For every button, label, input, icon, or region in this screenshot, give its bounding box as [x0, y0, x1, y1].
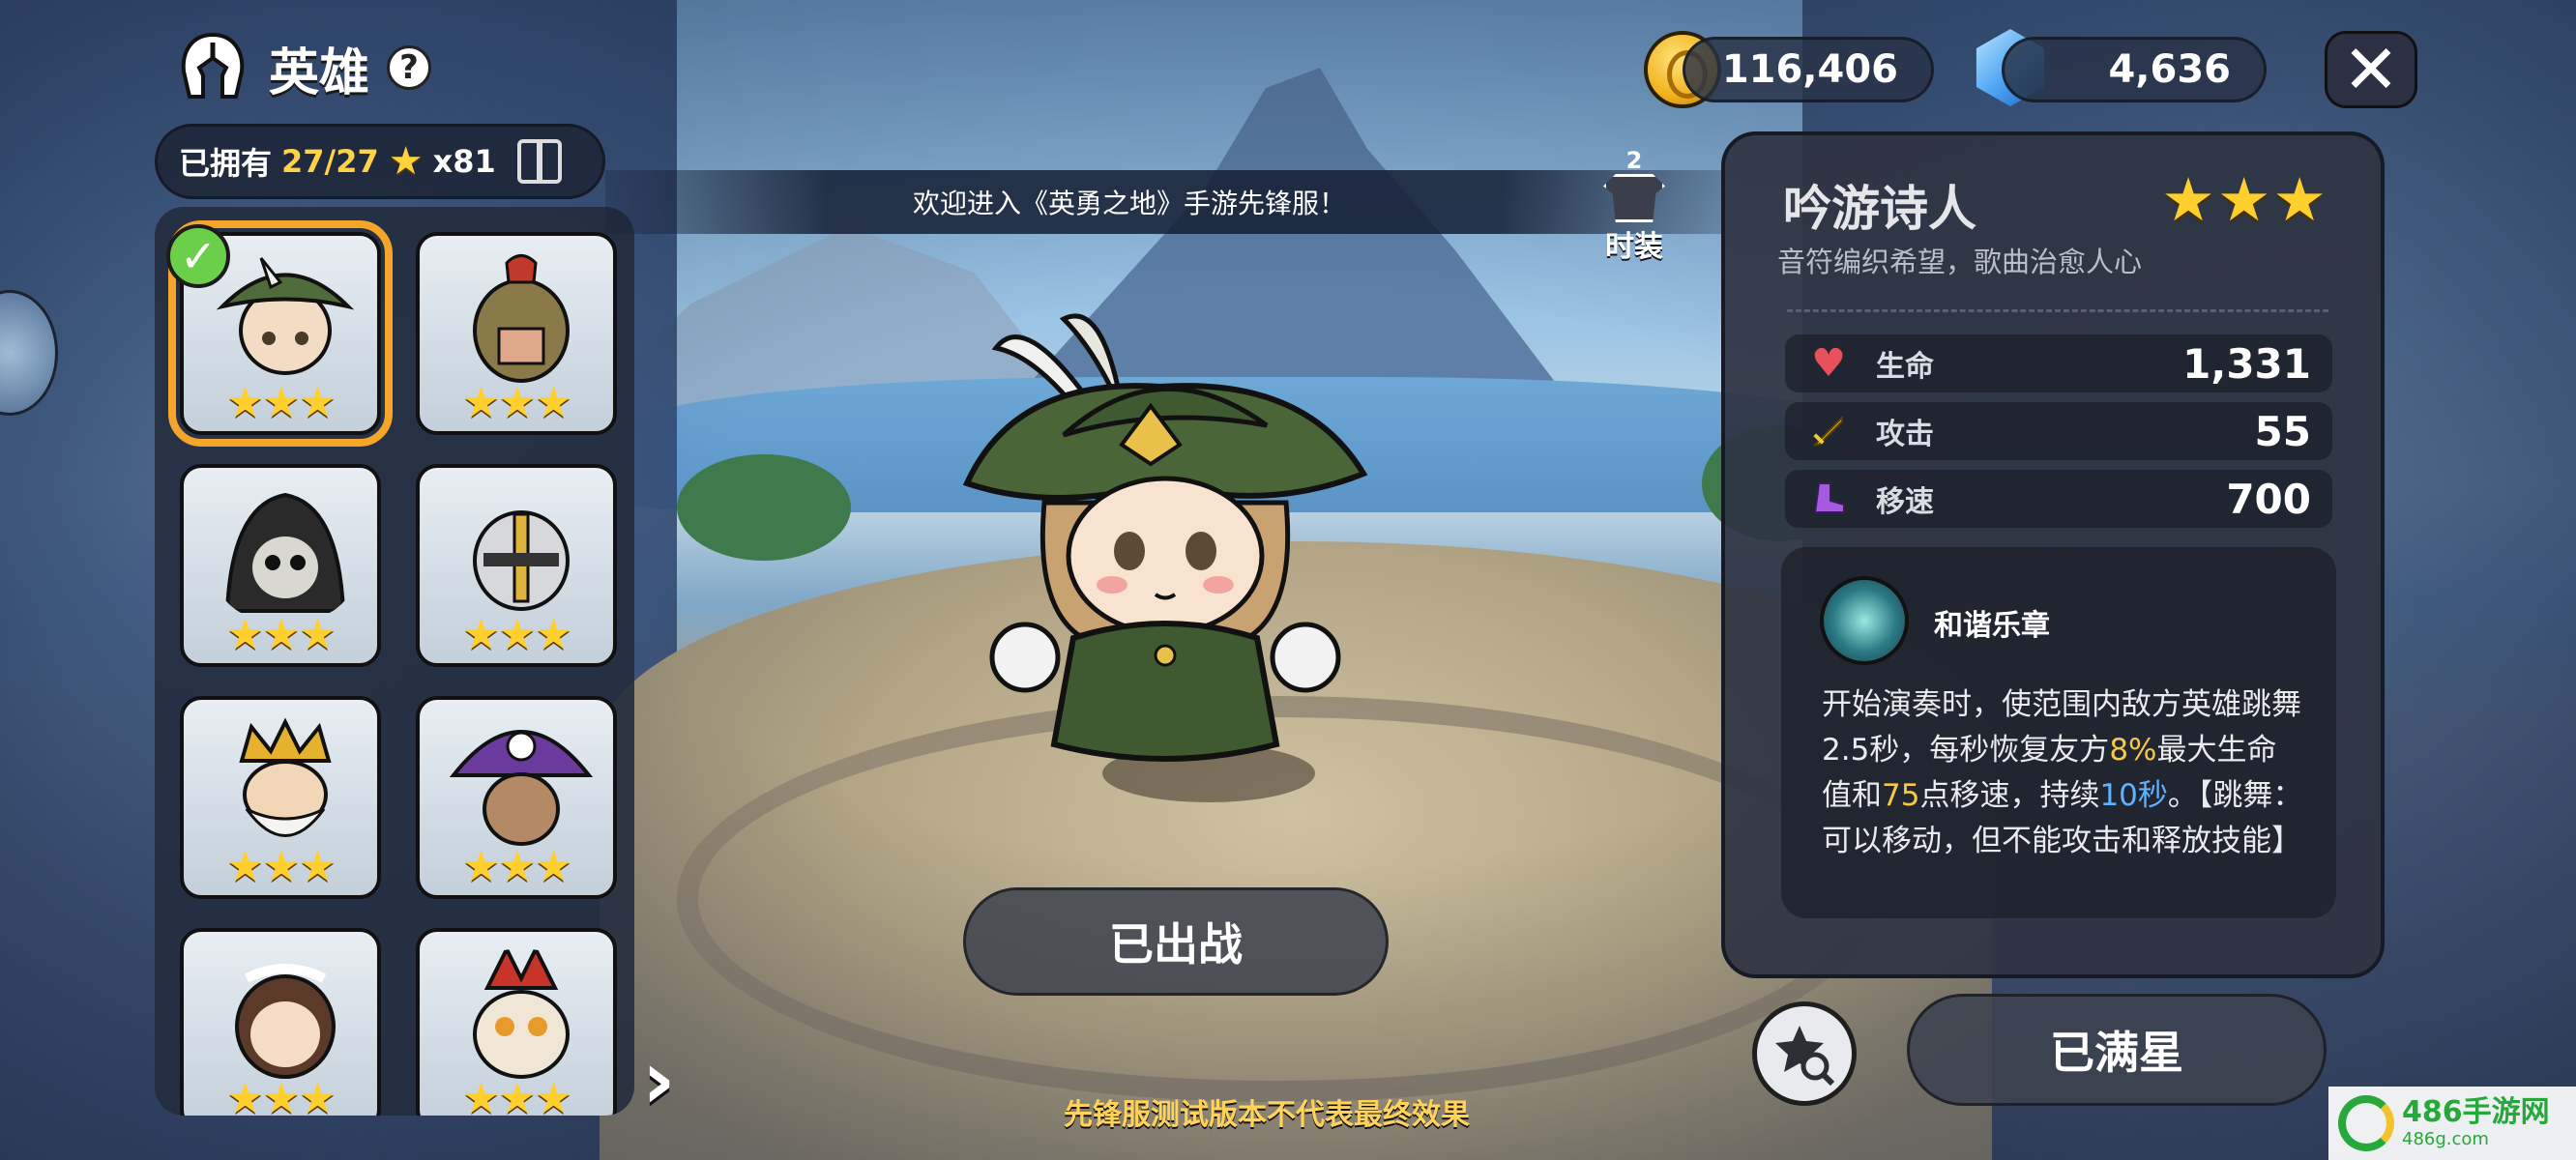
outfit-label: 时装 [1605, 230, 1663, 264]
hero-card-reaper[interactable]: ★★★ [180, 464, 381, 667]
hero-card-spartan[interactable]: ★★★ [416, 232, 617, 435]
close-button[interactable]: ✕ [2325, 30, 2417, 109]
notice-banner: 欢迎进入《英勇之地》手游先锋服！ [605, 170, 1721, 234]
hero-stars: ★★★ [225, 610, 337, 659]
test-version-disclaimer: 先锋服测试版本不代表最终效果 [1064, 1098, 1470, 1132]
skill-name: 和谐乐章 [1934, 609, 2050, 643]
skill-box: 和谐乐章 开始演奏时，使范围内敌方英雄跳舞2.5秒，每秒恢复友方8%最大生命值和… [1781, 547, 2336, 918]
header: 英雄 ? [174, 29, 432, 106]
owned-count: 27/27 [281, 143, 379, 180]
watermark-logo-icon [2338, 1095, 2394, 1151]
star-search-icon [1775, 1026, 1835, 1087]
reaper-portrait [224, 492, 346, 613]
notice-text: 欢迎进入《英勇之地》手游先锋服！ [913, 188, 1347, 219]
helmet-icon [181, 32, 245, 99]
stat-row-speed: 移速 700 [1785, 470, 2332, 528]
stat-value: 55 [2254, 407, 2311, 455]
knight-portrait [473, 510, 570, 611]
skill-value-duration: 10秒 [2099, 778, 2168, 813]
spartan-portrait [473, 254, 570, 383]
skill-description: 开始演奏时，使范围内敌方英雄跳舞2.5秒，每秒恢复友方8%最大生命值和75点移速… [1822, 682, 2305, 864]
stat-row-attack: 攻击 55 [1785, 402, 2332, 460]
watermark-sub: 486g.com [2402, 1129, 2489, 1149]
hero-character [962, 313, 1368, 762]
watermark-text: 486手游网 486g.com [2402, 1098, 2550, 1148]
coin-counter: 116,406 [1683, 37, 1934, 102]
gift-icon[interactable] [516, 139, 562, 184]
king-portrait [239, 717, 332, 837]
heart-icon: ♥ [1811, 341, 1846, 386]
hero-stars: ★★★ [461, 378, 572, 427]
star-count: x81 [432, 143, 496, 180]
stat-label: 移速 [1876, 485, 1934, 519]
skill-text-part: 点移速，持续 [1919, 778, 2100, 813]
hero-stars: ★★★ [461, 842, 572, 891]
hero-stars: ★★★ [225, 842, 337, 891]
hero-card-owl[interactable]: ★★★ [416, 928, 617, 1116]
hero-name: 吟游诗人 [1783, 181, 1976, 237]
music-note-skill-icon[interactable] [1820, 576, 1909, 665]
bard-portrait [216, 257, 355, 375]
watermark-main: 486手游网 [2402, 1095, 2550, 1129]
divider [1787, 309, 2328, 312]
sword-icon [1806, 409, 1851, 453]
hero-stars: ★★★ [225, 378, 337, 427]
max-star-button[interactable]: 已满星 [1907, 994, 2327, 1106]
skill-value-speed: 75 [1882, 778, 1920, 813]
hero-list[interactable]: ★★★ ★★★ ★★★ ★★★ ★★★ ★★★ ★★★ ★★★ [155, 207, 634, 1116]
hero-card-knight[interactable]: ★★★ [416, 464, 617, 667]
stat-value: 700 [2226, 475, 2311, 523]
hero-card-maid[interactable]: ★★★ [180, 928, 381, 1116]
witch-portrait [449, 730, 594, 846]
deployed-button[interactable]: 已出战 [963, 887, 1389, 996]
hero-stars: ★★★ [461, 610, 572, 659]
hero-card-king[interactable]: ★★★ [180, 696, 381, 899]
hero-card-witch[interactable]: ★★★ [416, 696, 617, 899]
selected-check-icon: ✓ [166, 224, 230, 288]
star-icon: ★ [388, 139, 424, 184]
page-title: 英雄 [269, 44, 370, 102]
coin-amount: 116,406 [1721, 47, 1898, 92]
owl-portrait [473, 949, 570, 1079]
shirt-icon [1603, 174, 1665, 222]
outfit-count-badge: 2 [1625, 147, 1643, 174]
hero-stars: ★★★ [225, 1074, 337, 1116]
stat-row-hp: ♥ 生命 1,331 [1785, 334, 2332, 392]
next-page-arrow-icon[interactable]: › [642, 1032, 676, 1127]
help-icon[interactable]: ? [387, 45, 432, 90]
gem-amount: 4,636 [2108, 47, 2231, 92]
stat-label: 生命 [1876, 350, 1934, 384]
hero-info-panel: 吟游诗人 ★★★ 音符编织希望，歌曲治愈人心 ♥ 生命 1,331 攻击 55 … [1721, 131, 2385, 978]
site-watermark: 486手游网 486g.com [2328, 1087, 2576, 1160]
outfit-button[interactable]: 2 时装 [1595, 147, 1673, 264]
stat-label: 攻击 [1876, 418, 1934, 451]
gem-counter: 4,636 [2002, 37, 2267, 102]
rarity-stars: ★★★ [2161, 164, 2328, 235]
skill-value-heal: 8% [2109, 733, 2157, 768]
owned-summary: 已拥有 27/27 ★ x81 [155, 124, 605, 199]
owned-label: 已拥有 [179, 145, 273, 182]
boot-icon [1806, 477, 1851, 521]
hero-description: 音符编织希望，歌曲治愈人心 [1777, 246, 2143, 278]
maid-portrait [235, 964, 336, 1079]
hero-search-button[interactable] [1752, 1001, 1857, 1106]
stat-value: 1,331 [2182, 339, 2311, 388]
hero-stars: ★★★ [461, 1074, 572, 1116]
